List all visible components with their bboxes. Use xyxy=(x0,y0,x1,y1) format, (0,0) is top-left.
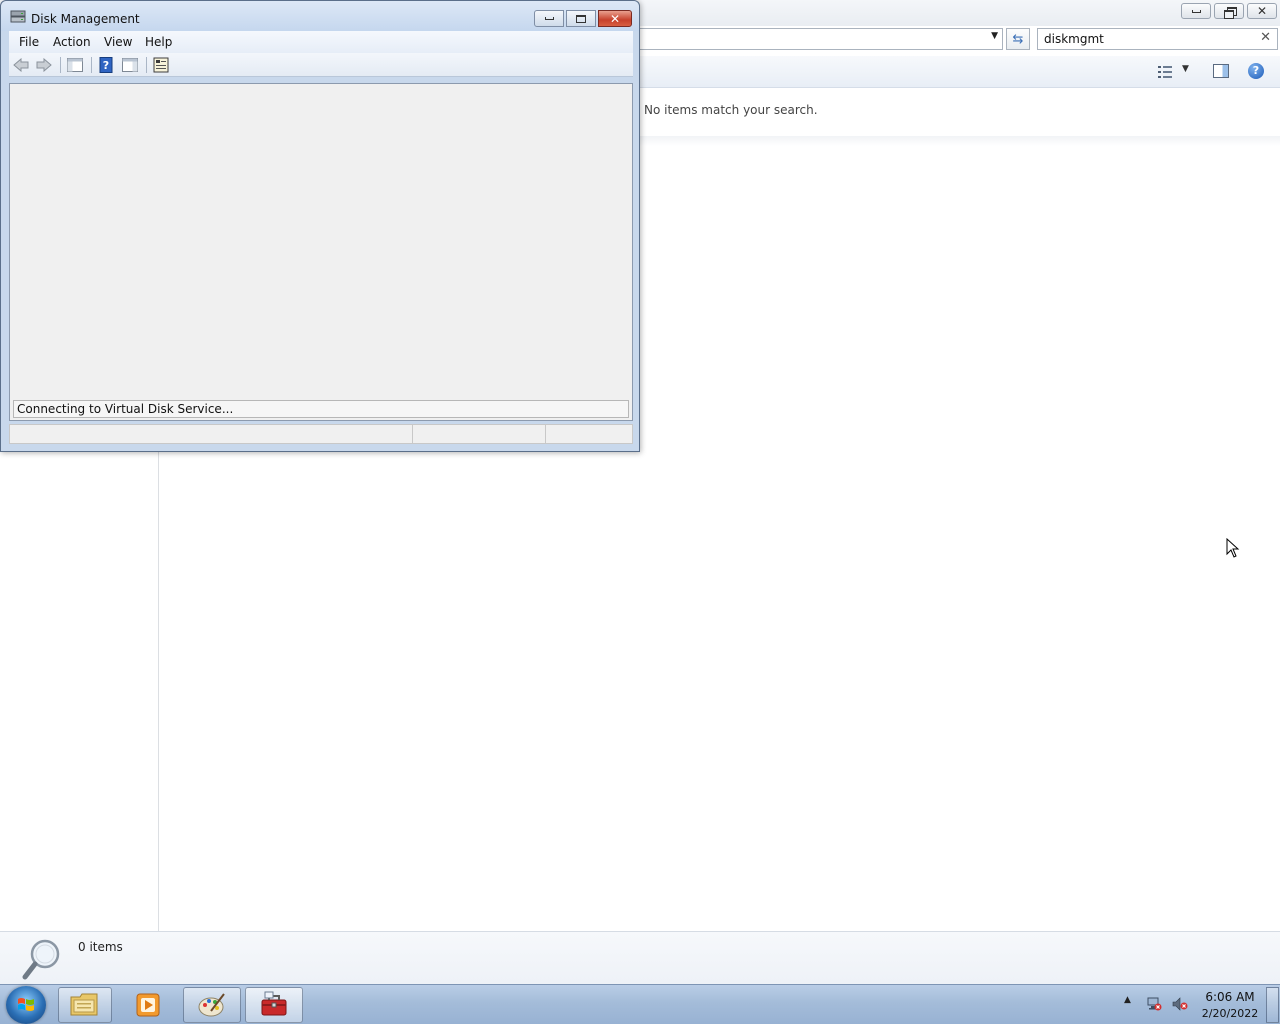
toolbar-separator xyxy=(60,57,61,73)
forward-button[interactable] xyxy=(35,56,53,74)
search-input-value: diskmgmt xyxy=(1044,32,1104,46)
show-hide-console-tree-button[interactable] xyxy=(66,56,84,74)
minimize-icon xyxy=(544,17,554,20)
preview-pane-icon[interactable] xyxy=(1213,64,1229,78)
help-icon[interactable]: ? xyxy=(1248,63,1264,79)
toolbar: ? xyxy=(9,53,633,77)
minimize-icon xyxy=(1191,9,1201,13)
maximize-icon xyxy=(576,14,586,23)
menu-bar: File Action View Help xyxy=(9,31,633,53)
show-desktop-button[interactable] xyxy=(1266,987,1279,1023)
close-icon: ✕ xyxy=(609,11,621,26)
command-bar: ▼ ? xyxy=(638,56,1280,88)
maximize-button[interactable] xyxy=(566,10,596,27)
explorer-close-button[interactable]: ✕ xyxy=(1247,3,1277,19)
chevron-down-icon[interactable]: ▼ xyxy=(991,31,998,41)
details-pane: 0 items xyxy=(0,931,1280,984)
refresh-icon: ⇆ xyxy=(1012,31,1024,47)
console-tree-icon xyxy=(67,58,83,72)
show-hide-action-pane-button[interactable] xyxy=(121,56,139,74)
explorer-minimize-button[interactable] xyxy=(1181,3,1211,19)
mouse-pointer-icon xyxy=(1226,538,1240,558)
disk-management-titlebar[interactable]: Disk Management ✕ xyxy=(1,1,639,31)
taskbar-windows-explorer[interactable] xyxy=(58,987,112,1023)
disk-management-app-icon xyxy=(10,10,26,23)
disk-management-window: Disk Management ✕ File Action View Help xyxy=(0,0,640,452)
back-arrow-icon xyxy=(13,58,29,72)
restore-icon xyxy=(1223,6,1237,19)
network-icon[interactable] xyxy=(1146,997,1162,1011)
toolbar-separator xyxy=(91,57,92,73)
close-icon: ✕ xyxy=(1256,4,1268,18)
search-input[interactable]: diskmgmt ✕ xyxy=(1037,28,1278,50)
paint-palette-icon xyxy=(198,993,225,1017)
menu-help[interactable]: Help xyxy=(145,35,172,49)
windows-logo-icon xyxy=(18,998,34,1011)
taskbar-paint[interactable] xyxy=(183,987,241,1023)
clock-time[interactable]: 6:06 AM xyxy=(1198,990,1262,1004)
status-bar-section xyxy=(545,425,632,443)
views-dropdown-icon[interactable]: ▼ xyxy=(1182,64,1189,74)
action-pane-icon xyxy=(122,58,138,72)
taskbar: ▲ 6:06 AM 2/20/2022 xyxy=(0,984,1280,1024)
minimize-button[interactable] xyxy=(534,10,564,27)
item-count: 0 items xyxy=(78,940,123,954)
help-book-icon: ? xyxy=(99,57,113,73)
start-button[interactable] xyxy=(6,986,46,1024)
folder-icon xyxy=(70,993,98,1016)
connecting-status-message: Connecting to Virtual Disk Service... xyxy=(13,400,629,418)
menu-file[interactable]: File xyxy=(19,35,39,49)
refresh-button[interactable]: ⇆ xyxy=(1006,28,1030,50)
status-bar-section xyxy=(412,425,545,443)
taskbar-media-player[interactable] xyxy=(118,987,178,1023)
menu-action[interactable]: Action xyxy=(53,35,91,49)
toolbox-icon xyxy=(261,991,287,1016)
toolbar-separator xyxy=(146,57,147,73)
empty-results-message: No items match your search. xyxy=(644,103,818,117)
help-button[interactable]: ? xyxy=(97,56,115,74)
svg-text:?: ? xyxy=(103,59,109,72)
disk-management-content-area: Connecting to Virtual Disk Service... xyxy=(9,83,633,421)
media-player-icon xyxy=(136,993,160,1017)
explorer-restore-button[interactable] xyxy=(1214,3,1244,19)
change-view-icon[interactable] xyxy=(1158,65,1172,79)
menu-view[interactable]: View xyxy=(104,35,132,49)
results-divider xyxy=(638,136,1280,146)
taskbar-computer-management[interactable] xyxy=(245,987,303,1023)
show-hidden-icons-button[interactable]: ▲ xyxy=(1124,995,1131,1005)
properties-button[interactable] xyxy=(152,56,170,74)
window-title: Disk Management xyxy=(31,12,140,26)
clock-date[interactable]: 2/20/2022 xyxy=(1198,1007,1262,1020)
properties-icon xyxy=(153,57,169,73)
search-magnifier-icon xyxy=(22,939,60,980)
close-button[interactable]: ✕ xyxy=(598,10,632,27)
navigation-pane-border xyxy=(158,452,159,932)
back-button[interactable] xyxy=(12,56,30,74)
volume-muted-icon[interactable] xyxy=(1172,997,1188,1011)
address-bar[interactable]: ▼ xyxy=(638,28,1003,50)
forward-arrow-icon xyxy=(36,58,52,72)
status-bar xyxy=(9,424,633,444)
clear-search-icon[interactable]: ✕ xyxy=(1260,30,1271,46)
